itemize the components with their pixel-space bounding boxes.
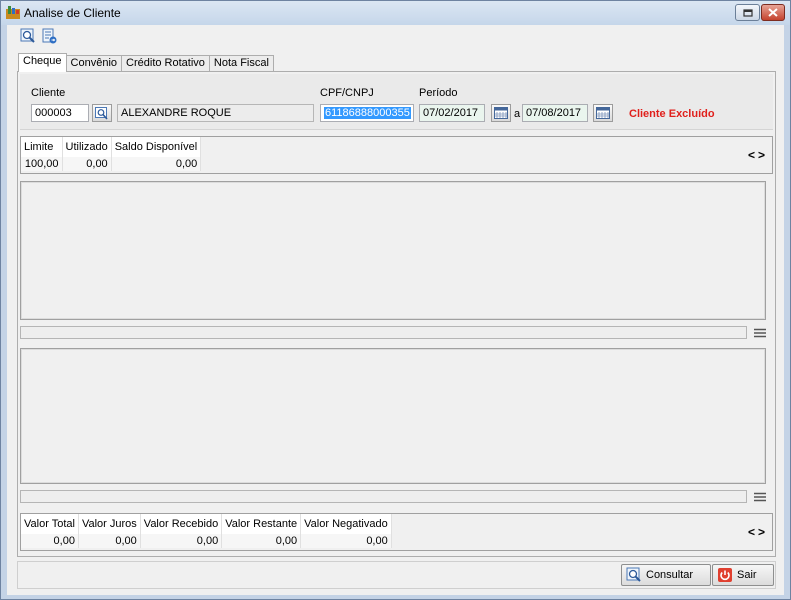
valor-recebido-value: 0,00 <box>140 534 223 548</box>
valor-juros-header: Valor Juros <box>78 514 141 534</box>
prev-arrow[interactable]: < <box>748 148 758 162</box>
date-to-input[interactable]: 07/08/2017 <box>522 104 588 122</box>
cpf-label: CPF/CNPJ <box>320 87 374 99</box>
details-grid-scrollbar[interactable] <box>20 490 747 503</box>
valor-negativado-value: 0,00 <box>300 534 392 548</box>
valor-restante-value: 0,00 <box>221 534 302 548</box>
cliente-code-input[interactable]: 000003 <box>31 104 89 122</box>
totals-nav: <> <box>748 525 768 539</box>
details-grid-menu-icon[interactable] <box>754 492 766 502</box>
limits-nav: <> <box>748 148 768 162</box>
cheques-grid-scrollbar[interactable] <box>20 326 747 339</box>
limite-header: Limite <box>21 137 63 157</box>
cheques-grid-menu-icon[interactable] <box>754 328 766 338</box>
main-window: Analise de Cliente Cheque Convênio Crédi… <box>0 0 791 600</box>
next-arrow[interactable]: > <box>758 148 768 162</box>
sair-label: Sair <box>737 569 757 581</box>
close-button[interactable] <box>761 4 785 21</box>
cpf-selected-text: 61186888000355 <box>324 107 411 119</box>
valor-total-header: Valor Total <box>21 514 79 534</box>
calendar-icon <box>596 107 610 119</box>
valor-negativado-header: Valor Negativado <box>300 514 392 534</box>
title-bar: Analise de Cliente <box>1 1 790 25</box>
window-content: Cheque Convênio Crédito Rotativo Nota Fi… <box>7 25 784 595</box>
valor-total-value: 0,00 <box>21 534 79 548</box>
tab-cheque[interactable]: Cheque <box>18 53 67 72</box>
limite-value: 100,00 <box>21 157 63 171</box>
cpf-input[interactable]: 61186888000355 <box>320 104 414 122</box>
tab-nota-fiscal[interactable]: Nota Fiscal <box>208 55 274 72</box>
utilizado-header: Utilizado <box>62 137 112 157</box>
valor-recebido-header: Valor Recebido <box>140 514 223 534</box>
sair-button[interactable]: Sair <box>712 564 774 586</box>
cliente-name-field: ALEXANDRE ROQUE <box>117 104 314 122</box>
date-to-calendar-button[interactable] <box>593 104 613 122</box>
calendar-icon <box>494 107 508 119</box>
power-icon <box>718 568 732 582</box>
date-from-calendar-button[interactable] <box>491 104 511 122</box>
app-icon <box>6 6 20 19</box>
tab-panel-cheque: Cliente 000003 ALEXANDRE ROQUE CPF/CNPJ … <box>17 71 776 557</box>
search-icon <box>626 567 641 582</box>
cliente-label: Cliente <box>31 87 66 99</box>
restore-button[interactable] <box>735 4 760 21</box>
window-title: Analise de Cliente <box>24 6 121 20</box>
tab-bar: Cheque Convênio Crédito Rotativo Nota Fi… <box>18 53 274 72</box>
consultar-label: Consultar <box>646 569 694 581</box>
date-from-input[interactable]: 07/02/2017 <box>419 104 485 122</box>
cheques-grid[interactable] <box>20 181 766 320</box>
consultar-button[interactable]: Consultar <box>621 564 711 586</box>
limits-summary: Limite Utilizado Saldo Disponível 100,00… <box>20 136 773 174</box>
next-arrow[interactable]: > <box>758 525 768 539</box>
cliente-status-label: Cliente Excluído <box>629 108 715 120</box>
tab-credito-rotativo[interactable]: Crédito Rotativo <box>121 55 210 72</box>
limits-table: Limite Utilizado Saldo Disponível 100,00… <box>21 137 202 171</box>
search-report-icon[interactable] <box>20 28 36 44</box>
restore-icon <box>742 8 753 17</box>
date-separator: a <box>514 108 521 120</box>
tab-convenio[interactable]: Convênio <box>65 55 123 72</box>
close-icon <box>768 8 778 17</box>
prev-arrow[interactable]: < <box>748 525 758 539</box>
export-icon[interactable] <box>41 28 57 44</box>
totals-summary: Valor Total Valor Juros Valor Recebido V… <box>20 513 773 551</box>
saldo-value: 0,00 <box>111 157 202 171</box>
search-icon <box>95 106 108 120</box>
details-grid[interactable] <box>20 348 766 484</box>
periodo-label: Período <box>419 87 458 99</box>
filter-panel: Cliente 000003 ALEXANDRE ROQUE CPF/CNPJ … <box>20 74 773 130</box>
bottom-bar: Consultar Sair <box>17 561 776 589</box>
valor-restante-header: Valor Restante <box>221 514 302 534</box>
totals-table: Valor Total Valor Juros Valor Recebido V… <box>21 514 392 548</box>
cliente-search-button[interactable] <box>92 104 112 122</box>
utilizado-value: 0,00 <box>62 157 112 171</box>
saldo-header: Saldo Disponível <box>111 137 202 157</box>
valor-juros-value: 0,00 <box>78 534 141 548</box>
